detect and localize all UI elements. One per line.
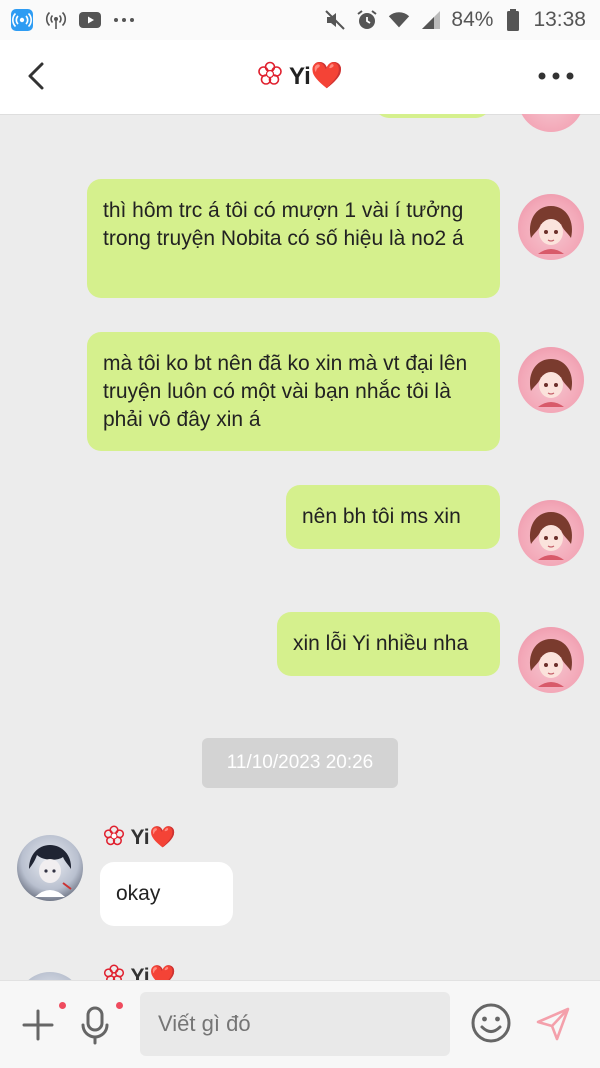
emoji-button[interactable] [470,1002,512,1049]
sender-name: Yi❤️ [103,964,176,980]
microphone-icon [81,1006,109,1045]
message-bubble-partial [375,114,490,118]
message-bubble-outgoing[interactable]: xin lỗi Yi nhiều nha [277,612,500,676]
message-list[interactable]: thì hôm trc á tôi có mượn 1 vài í tưởng … [0,114,600,980]
avatar[interactable] [518,194,584,260]
plus-icon [22,1009,54,1041]
sender-name: Yi❤️ [103,825,176,850]
battery-icon [501,8,525,32]
notification-dot [59,1002,66,1009]
sender-name-text: Yi [130,826,150,849]
avatar[interactable] [518,347,584,413]
send-icon [536,1007,570,1041]
avatar[interactable] [518,627,584,693]
avatar-girl-icon [529,512,573,560]
avatar-girl-icon [529,206,573,254]
message-text: okay [116,882,161,905]
message-text: mà tôi ko bt nên đã ko xin mà vt đại lên… [103,352,468,431]
composer-bar [0,980,600,1068]
sender-name-text: Yi [130,965,150,980]
timestamp-divider: 11/10/2023 20:26 [202,738,398,788]
chat-header: Yi❤️ [0,40,600,114]
heart-emoji: ❤️ [149,826,176,849]
flower-icon [257,61,283,94]
more-options-button[interactable] [536,68,576,84]
avatar[interactable] [518,500,584,566]
flower-icon [103,825,130,849]
message-bubble-incoming[interactable]: okay [100,862,233,926]
more-dots-icon [112,8,136,32]
notification-dot [116,1002,123,1009]
voice-button[interactable] [80,1005,110,1050]
clock: 13:38 [533,8,586,31]
mute-icon [323,8,347,32]
hotspot-icon [10,8,34,32]
flower-icon [103,964,130,980]
message-text: nên bh tôi ms xin [302,505,461,528]
battery-percent: 84% [451,8,494,31]
emoji-icon [471,1003,511,1043]
wifi-icon [387,8,411,32]
avatar[interactable] [17,972,83,980]
more-horizontal-icon [538,72,574,80]
avatar-boy-icon [29,845,72,897]
avatar[interactable] [17,835,83,901]
message-bubble-outgoing[interactable]: mà tôi ko bt nên đã ko xin mà vt đại lên… [87,332,500,451]
chat-title-text: Yi [289,63,311,90]
heart-emoji: ❤️ [149,965,176,980]
message-text: thì hôm trc á tôi có mượn 1 vài í tưởng … [103,199,464,250]
chat-title[interactable]: Yi❤️ [0,60,600,94]
avatar-girl-icon [529,639,573,687]
heart-emoji: ❤️ [310,60,344,90]
signal-icon [419,8,443,32]
avatar[interactable] [518,114,584,132]
message-bubble-outgoing[interactable]: thì hôm trc á tôi có mượn 1 vài í tưởng … [87,179,500,298]
message-input[interactable] [140,992,450,1056]
message-bubble-outgoing[interactable]: nên bh tôi ms xin [286,485,500,549]
status-bar: 84% 13:38 [0,0,600,40]
wifi-call-icon [44,8,68,32]
avatar-girl-icon [529,359,573,407]
send-button[interactable] [534,1005,572,1048]
message-text: xin lỗi Yi nhiều nha [293,632,469,655]
alarm-icon [355,8,379,32]
youtube-icon [78,8,102,32]
attach-button[interactable] [20,1007,56,1048]
